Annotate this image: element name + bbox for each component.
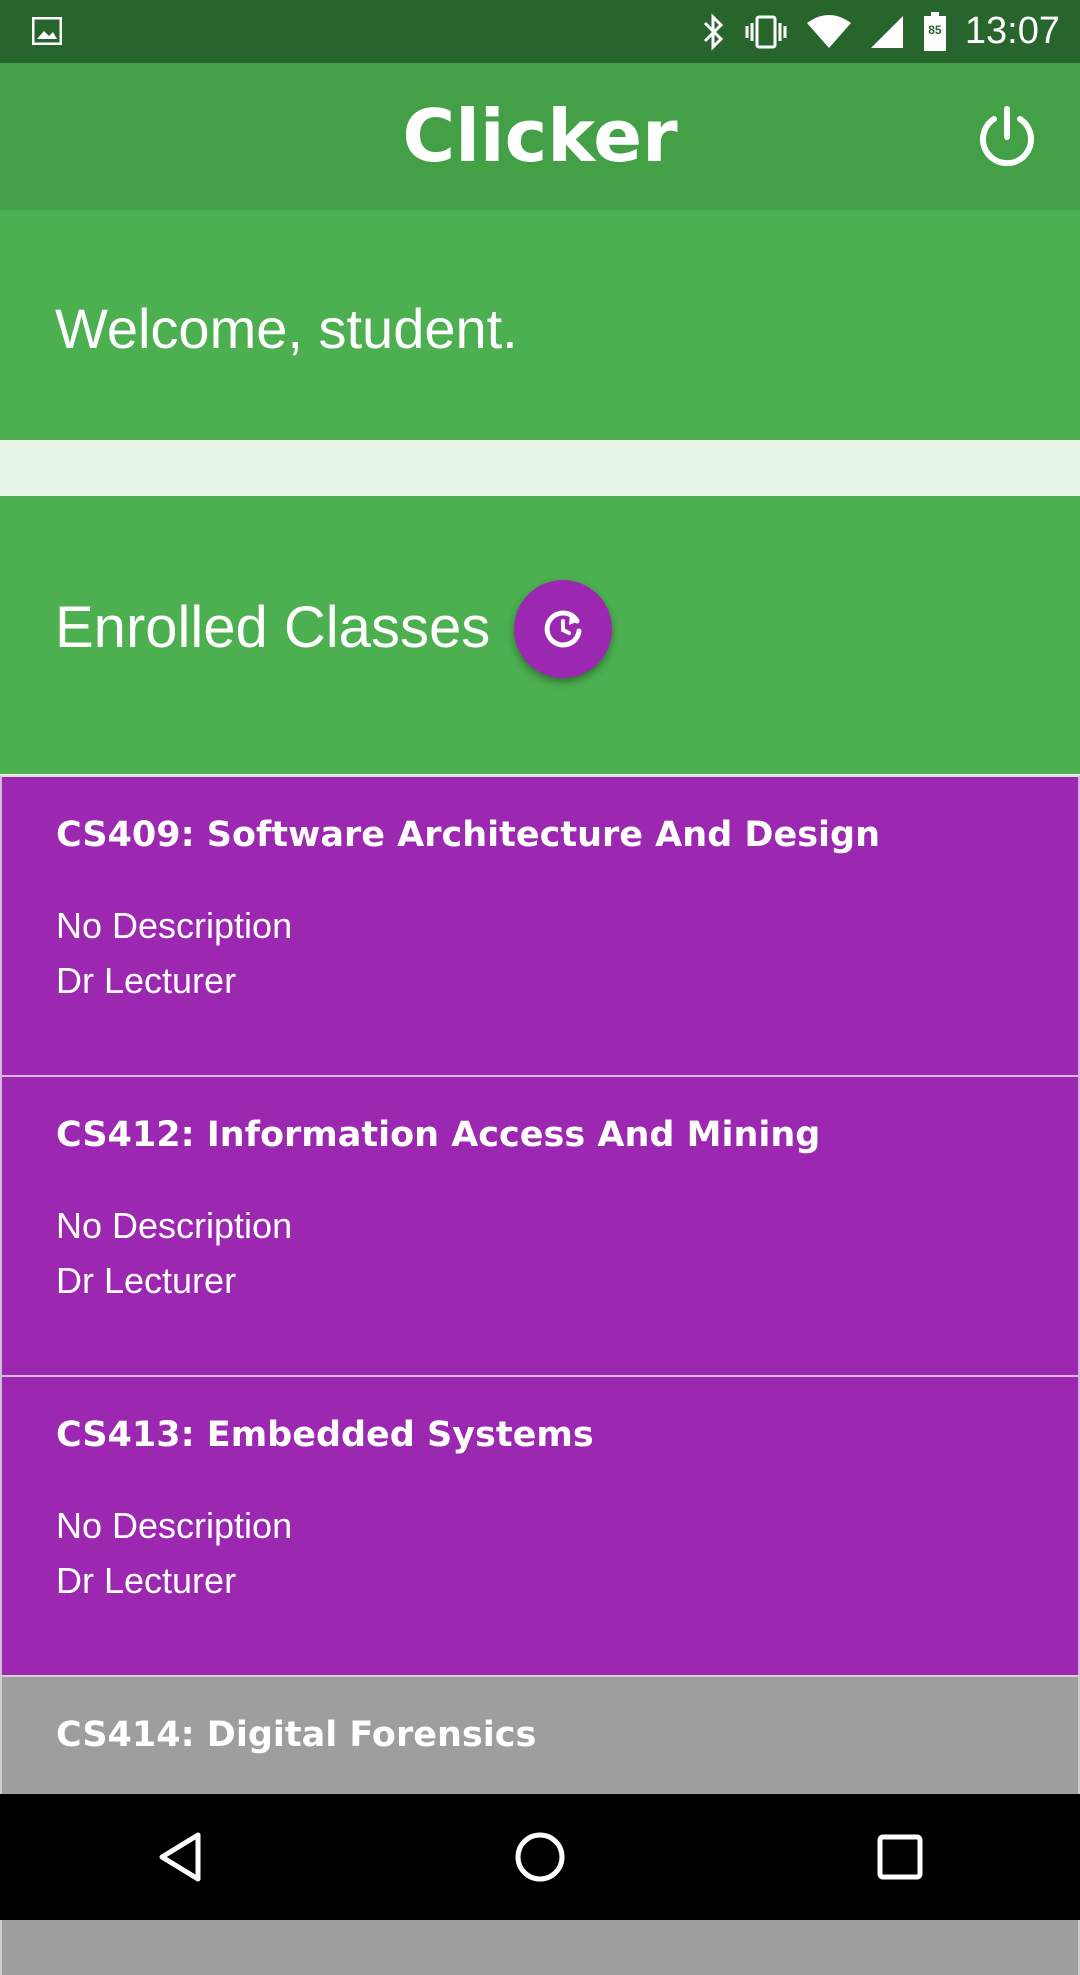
back-button[interactable] xyxy=(120,1794,240,1920)
class-lecturer: Dr Lecturer xyxy=(56,1260,237,1301)
recents-icon xyxy=(877,1834,923,1880)
class-lecturer: Dr Lecturer xyxy=(56,960,237,1001)
navigation-bar xyxy=(0,1794,1080,1920)
refresh-icon xyxy=(544,610,582,648)
class-card[interactable]: CS409: Software Architecture And Design … xyxy=(0,775,1080,1075)
class-title: CS409: Software Architecture And Design xyxy=(56,815,881,855)
welcome-text: Welcome, student. xyxy=(55,297,518,360)
class-title: CS414: Digital Forensics xyxy=(56,1715,537,1755)
cell-signal-icon xyxy=(869,14,905,50)
enrolled-classes-title: Enrolled Classes xyxy=(55,595,491,660)
app-title: Clicker xyxy=(402,94,678,178)
back-icon xyxy=(159,1832,201,1882)
image-icon xyxy=(32,17,62,45)
class-card[interactable]: CS412: Information Access And Mining No … xyxy=(0,1075,1080,1375)
power-icon[interactable] xyxy=(974,105,1040,171)
class-description: No Description xyxy=(56,1205,293,1246)
class-lecturer: Dr Lecturer xyxy=(56,1560,237,1601)
refresh-button[interactable] xyxy=(514,580,612,678)
wifi-icon xyxy=(806,14,851,49)
class-description: No Description xyxy=(56,1505,293,1546)
battery-icon: 85 xyxy=(923,11,947,52)
class-card[interactable]: CS413: Embedded Systems No Description D… xyxy=(0,1375,1080,1675)
status-bar: 85 13:07 xyxy=(0,0,1080,63)
battery-level: 85 xyxy=(928,22,942,37)
class-title: CS412: Information Access And Mining xyxy=(56,1115,821,1155)
class-title: CS413: Embedded Systems xyxy=(56,1415,594,1455)
home-button[interactable] xyxy=(480,1794,600,1920)
recents-button[interactable] xyxy=(840,1794,960,1920)
bluetooth-icon xyxy=(701,12,725,51)
class-description: No Description xyxy=(56,905,293,946)
clock: 13:07 xyxy=(964,10,1060,52)
enrolled-classes-header: Enrolled Classes xyxy=(0,496,1080,774)
app-bar: Clicker xyxy=(0,63,1080,210)
vibrate-icon xyxy=(743,14,789,50)
home-icon xyxy=(515,1832,565,1882)
welcome-card: Welcome, student. xyxy=(0,210,1080,440)
